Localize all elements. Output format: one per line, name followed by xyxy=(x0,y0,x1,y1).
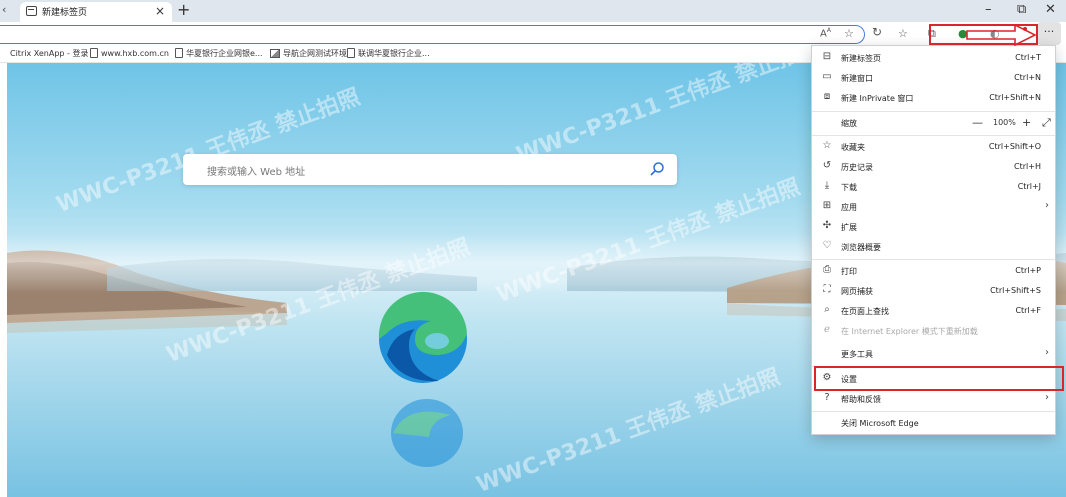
favorites-icon[interactable]: ☆ xyxy=(898,27,908,40)
favorite-item-citrix[interactable]: Citrix XenApp - 登录 xyxy=(10,48,88,59)
search-box[interactable]: 搜索或输入 Web 地址 xyxy=(183,154,677,185)
tab-close-button[interactable]: × xyxy=(155,4,165,18)
menu-shortcut: Ctrl+T xyxy=(1015,53,1041,62)
favorite-item-joint-debug[interactable]: 联调华夏银行企业... xyxy=(347,48,430,59)
address-bar[interactable] xyxy=(0,25,865,44)
menu-item-close-edge[interactable]: 关闭 Microsoft Edge xyxy=(812,413,1055,433)
ie-mode-icon: ℯ xyxy=(824,324,830,335)
menu-item-extensions[interactable]: ✣ 扩展 xyxy=(812,217,1055,237)
menu-label: 历史记录 xyxy=(841,163,873,172)
menu-shortcut: Ctrl+H xyxy=(1014,162,1041,171)
menu-label: 网页捕获 xyxy=(841,287,873,296)
web-capture-icon: ⛶ xyxy=(823,284,831,295)
menu-item-favorites[interactable]: ☆ 收藏夹 Ctrl+Shift+O xyxy=(812,137,1055,157)
help-icon: ? xyxy=(824,392,830,403)
toolbar: AA ☆ ↻ ☆ ⧉ ● ◐ ··· xyxy=(0,22,1066,45)
refresh-icon[interactable]: ↻ xyxy=(872,25,882,39)
menu-label: 新建窗口 xyxy=(841,74,873,83)
menu-divider xyxy=(812,135,1055,136)
menu-label: 缩放 xyxy=(841,119,857,128)
tab-new-tab[interactable]: 新建标签页 × xyxy=(20,2,172,22)
menu-label: 扩展 xyxy=(841,223,857,232)
page-icon xyxy=(175,48,183,58)
tab-actions-icon[interactable]: ‹ xyxy=(2,3,6,16)
menu-label: 浏览器概要 xyxy=(841,243,881,252)
menu-shortcut: Ctrl+N xyxy=(1014,73,1041,82)
settings-and-more-button[interactable]: ··· xyxy=(1037,22,1061,45)
page-icon xyxy=(26,6,37,16)
menu-item-browser-essentials[interactable]: ♡ 浏览器概要 xyxy=(812,237,1055,257)
menu-shortcut: Ctrl+J xyxy=(1017,182,1041,191)
favorite-item-hxb[interactable]: www.hxb.com.cn xyxy=(90,48,169,58)
menu-label: 应用 xyxy=(841,203,857,212)
highlight-box-settings xyxy=(814,366,1064,391)
menu-label: 打印 xyxy=(841,267,857,276)
favorite-item-nav-test[interactable]: 导航企网测试环境 xyxy=(270,48,347,59)
search-input[interactable]: 搜索或输入 Web 地址 xyxy=(207,163,305,178)
menu-item-find[interactable]: ⌕ 在页面上查找 Ctrl+F xyxy=(812,301,1055,321)
new-tab-icon: ⊟ xyxy=(822,51,832,62)
history-icon: ↺ xyxy=(822,160,832,171)
favorites-icon: ☆ xyxy=(822,140,832,151)
favorite-item-ebank[interactable]: 华夏银行企业网银e... xyxy=(175,48,263,59)
favorite-star-icon[interactable]: ☆ xyxy=(844,27,854,40)
menu-item-print[interactable]: ⎙ 打印 Ctrl+P xyxy=(812,261,1055,281)
extensions-icon: ✣ xyxy=(822,220,832,231)
restore-button[interactable]: ⧉ xyxy=(1017,2,1026,17)
title-bar: ‹ 新建标签页 × + – ⧉ ✕ xyxy=(0,0,1066,22)
menu-label: 新建 InPrivate 窗口 xyxy=(841,94,914,103)
inprivate-icon: ⧈ xyxy=(823,91,831,102)
arrow-annotation-icon xyxy=(966,24,1037,46)
print-icon: ⎙ xyxy=(823,264,831,275)
menu-label: 在页面上查找 xyxy=(841,307,889,316)
tab-title: 新建标签页 xyxy=(42,8,88,18)
chevron-right-icon: › xyxy=(1045,200,1049,211)
read-aloud-icon[interactable]: AA xyxy=(820,27,831,39)
chevron-right-icon: › xyxy=(1045,392,1049,403)
menu-item-history[interactable]: ↺ 历史记录 Ctrl+H xyxy=(812,157,1055,177)
menu-label: 在 Internet Explorer 模式下重新加载 xyxy=(841,327,978,336)
download-icon: ⤓ xyxy=(824,180,830,191)
search-icon[interactable] xyxy=(649,161,665,177)
new-tab-button[interactable]: + xyxy=(177,0,190,19)
menu-divider xyxy=(812,259,1055,260)
menu-item-downloads[interactable]: ⤓ 下载 Ctrl+J xyxy=(812,177,1055,197)
menu-shortcut: Ctrl+Shift+N xyxy=(989,93,1041,102)
menu-shortcut: Ctrl+Shift+O xyxy=(988,142,1041,151)
zoom-in-button[interactable]: + xyxy=(1022,116,1031,129)
find-icon: ⌕ xyxy=(824,304,830,315)
menu-item-web-capture[interactable]: ⛶ 网页捕获 Ctrl+Shift+S xyxy=(812,281,1055,301)
image-icon xyxy=(270,49,280,58)
apps-icon: ⊞ xyxy=(822,200,832,211)
menu-shortcut: Ctrl+P xyxy=(1015,266,1041,275)
menu-shortcut: Ctrl+F xyxy=(1015,306,1041,315)
menu-label: 帮助和反馈 xyxy=(841,395,881,404)
menu-label: 下载 xyxy=(841,183,857,192)
menu-item-more-tools[interactable]: 更多工具 › xyxy=(812,344,1055,364)
menu-item-new-tab[interactable]: ⊟ 新建标签页 Ctrl+T xyxy=(812,48,1055,68)
menu-item-new-window[interactable]: ▭ 新建窗口 Ctrl+N xyxy=(812,68,1055,88)
menu-item-new-inprivate[interactable]: ⧈ 新建 InPrivate 窗口 Ctrl+Shift+N xyxy=(812,88,1055,108)
menu-label: 新建标签页 xyxy=(841,54,881,63)
menu-item-zoom: 缩放 — 100% + ⤢ xyxy=(812,113,1055,133)
fullscreen-icon[interactable]: ⤢ xyxy=(1042,116,1051,130)
zoom-out-button[interactable]: — xyxy=(972,116,983,129)
page-icon xyxy=(90,48,98,58)
page-icon xyxy=(347,48,355,58)
zoom-level: 100% xyxy=(993,118,1016,127)
menu-item-ie-mode: ℯ 在 Internet Explorer 模式下重新加载 xyxy=(812,321,1055,341)
chevron-right-icon: › xyxy=(1045,347,1049,358)
menu-label: 更多工具 xyxy=(841,350,873,359)
heart-icon: ♡ xyxy=(822,240,832,251)
minimize-button[interactable]: – xyxy=(985,2,992,17)
close-window-button[interactable]: ✕ xyxy=(1045,2,1056,17)
menu-item-help[interactable]: ? 帮助和反馈 › xyxy=(812,389,1055,409)
menu-item-apps[interactable]: ⊞ 应用 › xyxy=(812,197,1055,217)
menu-divider xyxy=(812,411,1055,412)
menu-divider xyxy=(812,111,1055,112)
menu-shortcut: Ctrl+Shift+S xyxy=(990,286,1041,295)
menu-label: 收藏夹 xyxy=(841,143,865,152)
menu-label: 关闭 Microsoft Edge xyxy=(841,419,919,428)
new-window-icon: ▭ xyxy=(822,71,832,82)
